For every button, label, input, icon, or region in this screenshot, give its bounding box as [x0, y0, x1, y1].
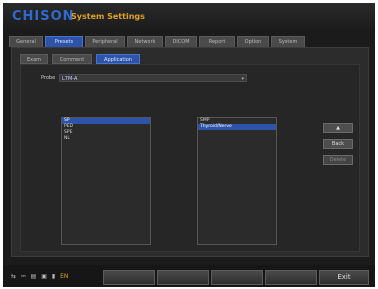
logo: CHISON	[12, 9, 75, 24]
left-listbox[interactable]: SP PED SPE NL	[61, 117, 151, 245]
probe-value: L7M-A	[62, 76, 78, 82]
disk-icon: ▣	[41, 273, 47, 280]
list-item[interactable]: Thyroid/Nerve	[198, 124, 276, 130]
settings-panel: Exam Comment Application Probe L7M-A ▾ S…	[11, 47, 369, 257]
status-icons: ⇆ ⎓ ▤ ▣ ▮ EN	[11, 273, 71, 281]
back-button[interactable]: Back	[323, 139, 353, 149]
list-item[interactable]: NL	[62, 136, 150, 142]
header: CHISON System Settings	[3, 3, 375, 29]
printer-icon: ▤	[30, 273, 37, 280]
screen: CHISON System Settings General Presets P…	[3, 3, 375, 287]
network-icon: ⇆	[11, 273, 17, 280]
bottom-bar: ⇆ ⎓ ▤ ▣ ▮ EN Exit	[3, 265, 375, 287]
tab-presets[interactable]: Presets	[45, 36, 83, 47]
right-listbox[interactable]: SMP Thyroid/Nerve	[197, 117, 277, 245]
application-panel: Probe L7M-A ▾ SP PED SPE NL SMP Thyroid/…	[20, 64, 360, 252]
subtab-exam[interactable]: Exam	[20, 54, 48, 64]
tab-general[interactable]: General	[9, 36, 43, 47]
function-button-2[interactable]	[157, 270, 209, 285]
tab-peripheral[interactable]: Peripheral	[85, 36, 125, 47]
probe-select[interactable]: L7M-A ▾	[59, 74, 247, 82]
function-button-4[interactable]	[265, 270, 317, 285]
locale-indicator: EN	[60, 273, 69, 280]
tab-dicom[interactable]: DICOM	[165, 36, 197, 47]
function-button-1[interactable]	[103, 270, 155, 285]
move-up-button[interactable]: ▲	[323, 123, 353, 133]
page-title: System Settings	[71, 12, 145, 21]
delete-button[interactable]: Delete	[323, 155, 353, 165]
chevron-down-icon: ▾	[241, 76, 244, 82]
battery-icon: ▮	[51, 273, 56, 280]
subtab-comment[interactable]: Comment	[52, 54, 92, 64]
probe-label: Probe	[41, 75, 56, 81]
tab-network[interactable]: Network	[127, 36, 163, 47]
exit-button[interactable]: Exit	[319, 270, 369, 285]
function-button-3[interactable]	[211, 270, 263, 285]
tab-report[interactable]: Report	[199, 36, 235, 47]
subtab-application[interactable]: Application	[96, 54, 140, 64]
tab-system[interactable]: System	[271, 36, 305, 47]
usb-icon: ⎓	[20, 273, 26, 280]
tab-option[interactable]: Option	[237, 36, 269, 47]
